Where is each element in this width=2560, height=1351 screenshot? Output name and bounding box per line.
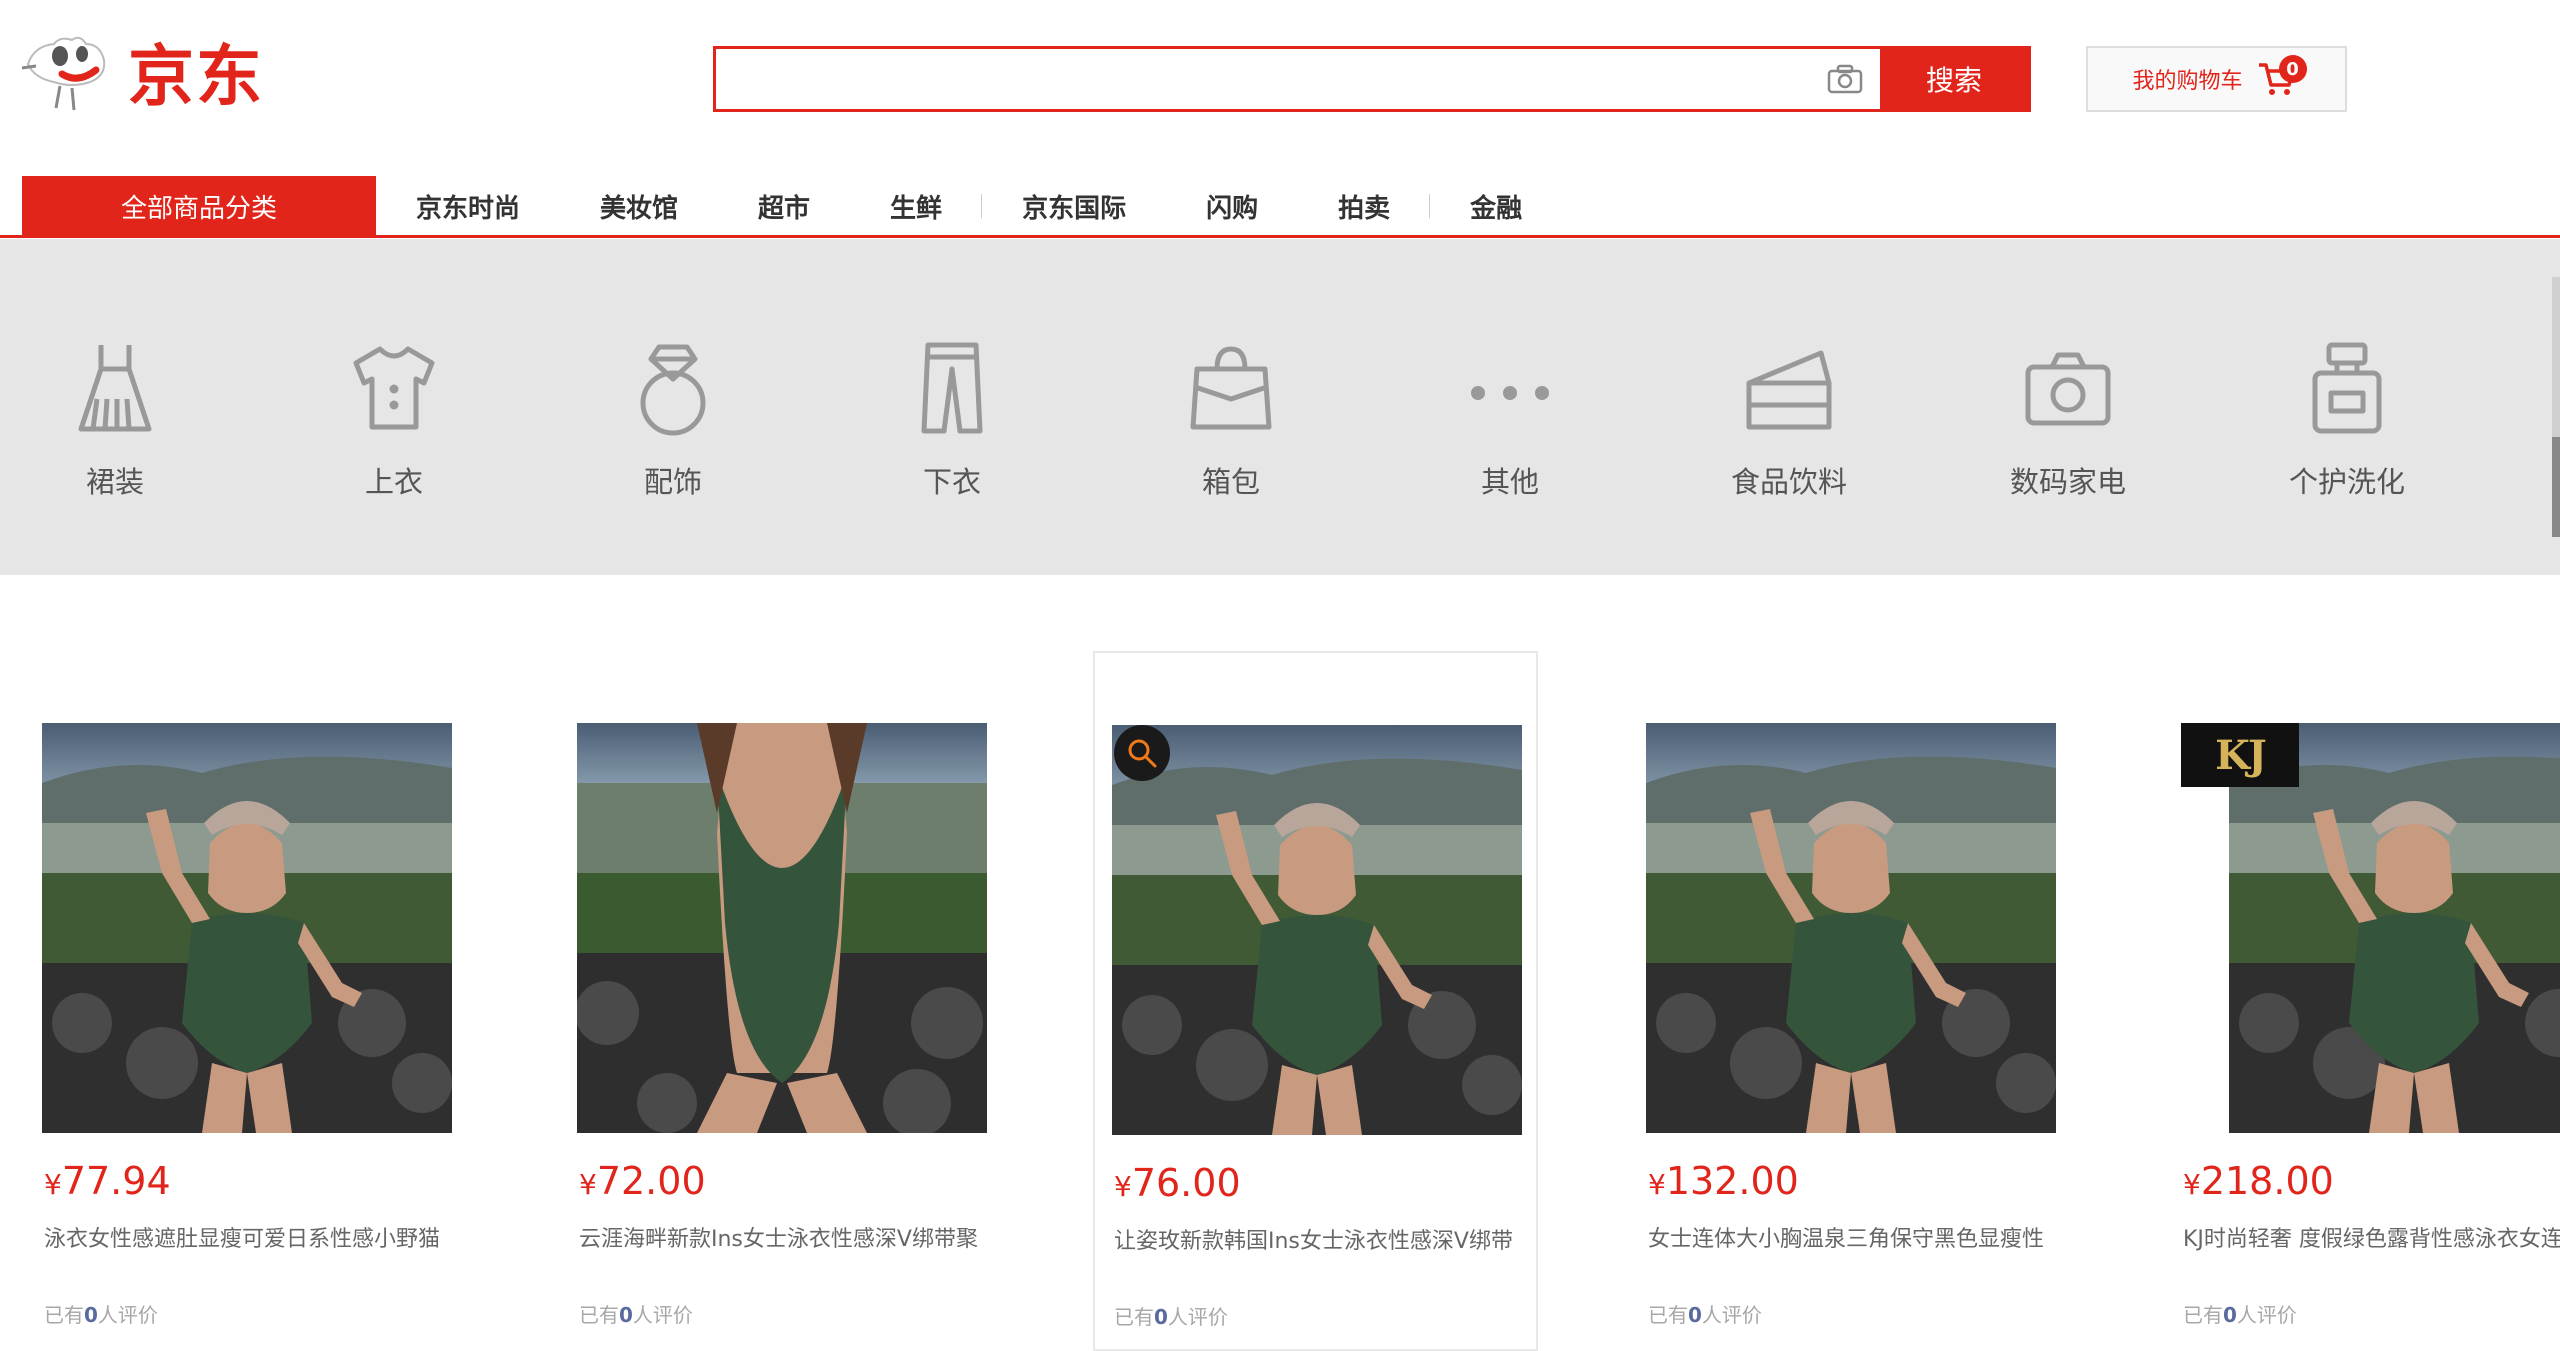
product-card[interactable]: ¥77.94 泳衣女性感遮肚显瘦可爱日系性感小野猫 已有0人评价 [25,651,470,1351]
category-digital-appliances[interactable]: 数码家电 [1988,339,2148,501]
product-image[interactable] [577,723,987,1133]
ring-icon [640,344,706,436]
nav-item-beauty[interactable]: 美妆馆 [560,188,718,225]
category-food-drinks[interactable]: 食品饮料 [1709,339,1869,501]
product-image[interactable] [42,723,452,1133]
product-title[interactable]: KJ时尚轻奢 度假绿色露背性感泳衣女连 [2183,1221,2560,1253]
product-price: ¥77.94 [44,1159,171,1203]
nav-item-fashion[interactable]: 京东时尚 [376,188,560,225]
category-label: 裙装 [85,465,144,499]
product-reviews: 已有0人评价 [2183,1303,2297,1327]
review-count[interactable]: 0 [84,1303,98,1327]
tshirt-icon [353,346,435,430]
product-reviews: 已有0人评价 [1114,1305,1228,1329]
logo-text: 京东 [128,38,264,115]
review-count[interactable]: 0 [619,1303,633,1327]
nav-item-international[interactable]: 京东国际 [982,188,1166,225]
nav-item-fresh[interactable]: 生鲜 [850,188,983,225]
perfume-bottle-icon [2312,342,2382,434]
category-bottoms[interactable]: 下衣 [872,339,1032,501]
category-bar: 裙装 上衣 配饰 下衣 箱包 其他 食品饮料 数码家电 个护洗化 [0,239,2560,575]
product-card[interactable]: ¥132.00 女士连体大小胸温泉三角保守黑色显瘦性 已有0人评价 [1629,651,2074,1351]
brand-logo-badge: KJ [2181,723,2299,787]
review-count[interactable]: 0 [1154,1305,1168,1329]
category-accessories[interactable]: 配饰 [593,339,753,501]
search-input[interactable] [716,49,1810,109]
category-label: 食品饮料 [1730,465,1847,499]
handbag-icon [1190,346,1272,430]
shopping-cart-icon: 0 [2257,55,2307,97]
category-label: 下衣 [922,465,981,499]
product-price: ¥132.00 [1648,1159,1799,1203]
category-label: 箱包 [1201,465,1260,499]
category-label: 其他 [1480,465,1539,499]
zoom-magnifier-icon[interactable] [1114,725,1170,781]
nav-item-auction[interactable]: 拍卖 [1298,188,1431,225]
review-count[interactable]: 0 [1688,1303,1702,1327]
product-reviews: 已有0人评价 [44,1303,158,1327]
product-price: ¥218.00 [2183,1159,2334,1203]
product-card[interactable]: ¥76.00 让姿玫新款韩国Ins女士泳衣性感深V绑带 已有0人评价 [1093,651,1538,1351]
cart-button[interactable]: 我的购物车 0 [2086,46,2347,112]
all-categories-button[interactable]: 全部商品分类 [22,176,376,236]
jd-logo[interactable]: 京东 [20,26,280,116]
nav-item-finance[interactable]: 金融 [1430,188,1562,225]
cake-icon [1746,350,1832,430]
product-title[interactable]: 让姿玫新款韩国Ins女士泳衣性感深V绑带 [1114,1223,1534,1255]
review-count[interactable]: 0 [2223,1303,2237,1327]
product-reviews: 已有0人评价 [1648,1303,1762,1327]
product-card[interactable]: ¥72.00 云涯海畔新款Ins女士泳衣性感深V绑带聚 已有0人评价 [560,651,1005,1351]
scrollbar-thumb[interactable] [2552,437,2560,537]
product-price: ¥72.00 [579,1159,706,1203]
product-reviews: 已有0人评价 [579,1303,693,1327]
scrollbar-track[interactable] [2552,277,2560,537]
category-bags[interactable]: 箱包 [1151,339,1311,501]
nav-item-supermarket[interactable]: 超市 [718,188,850,225]
product-card[interactable]: KJ ¥218.00 KJ时尚轻奢 度假绿色露背性感泳衣女连 已有0人评价 [2164,651,2560,1351]
camera-search-icon[interactable] [1810,49,1880,109]
pants-icon [921,342,983,434]
dress-icon [78,345,152,432]
main-nav: 全部商品分类 京东时尚 美妆馆 超市 生鲜 京东国际 闪购 拍卖 金融 [0,176,2560,238]
jd-dog-mascot-icon [21,36,106,111]
product-title[interactable]: 云涯海畔新款Ins女士泳衣性感深V绑带聚 [579,1221,999,1253]
product-price: ¥76.00 [1114,1161,1241,1205]
cart-count-badge: 0 [2278,55,2307,83]
category-dress[interactable]: 裙装 [35,339,195,501]
product-title[interactable]: 女士连体大小胸温泉三角保守黑色显瘦性 [1648,1221,2068,1253]
category-others[interactable]: 其他 [1430,339,1590,501]
product-title[interactable]: 泳衣女性感遮肚显瘦可爱日系性感小野猫 [44,1221,464,1253]
category-tops[interactable]: 上衣 [314,339,474,501]
nav-item-flash-sale[interactable]: 闪购 [1166,188,1298,225]
category-label: 上衣 [364,465,423,499]
search-bar: 搜索 [713,46,2031,112]
category-personal-care[interactable]: 个护洗化 [2267,339,2427,501]
category-label: 配饰 [643,465,702,499]
category-label: 数码家电 [2009,465,2126,499]
cart-label: 我的购物车 [2132,69,2243,94]
product-image[interactable] [1112,725,1522,1135]
category-label: 个护洗化 [2288,465,2405,499]
more-dots-icon [1471,386,1549,400]
search-button[interactable]: 搜索 [1880,49,2028,109]
camera-icon [2025,352,2111,426]
product-image[interactable] [1646,723,2056,1133]
